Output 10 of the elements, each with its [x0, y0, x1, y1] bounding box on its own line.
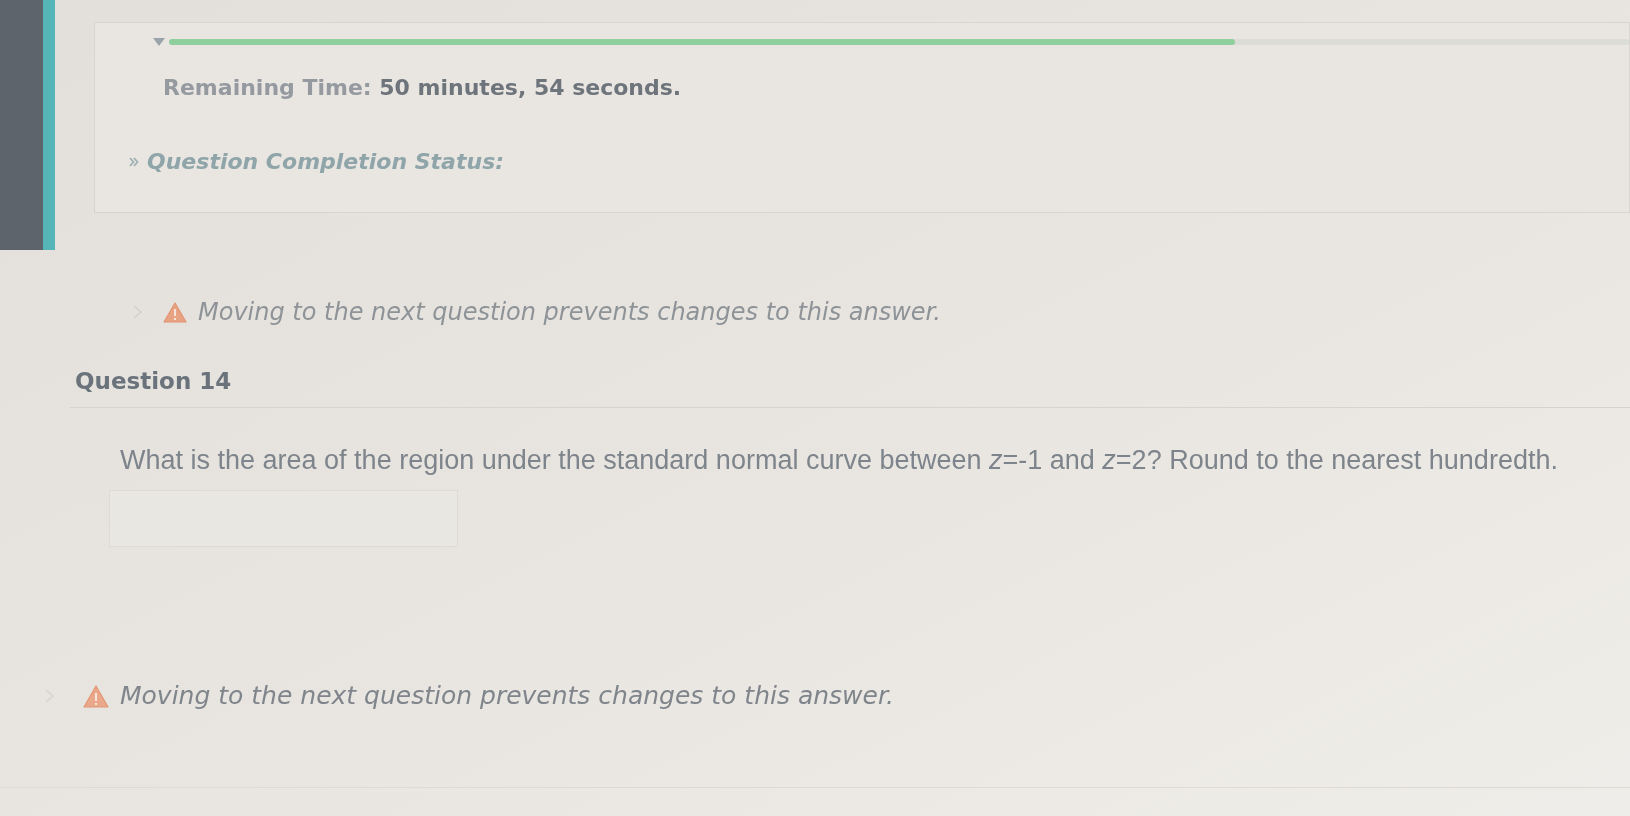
warning-text: Moving to the next question prevents changes to this answer.: [120, 681, 894, 711]
double-chevron-icon[interactable]: [129, 157, 139, 167]
caret-down-icon[interactable]: [153, 38, 165, 46]
warning-icon: [83, 684, 109, 708]
warning-text: Moving to the next question prevents changes to this answer.: [198, 298, 941, 326]
question-text: What is the area of the region under the standard normal curve between z=-1 and z=2? Round to the nearest hundredth.: [120, 444, 1558, 476]
warning-icon: [163, 301, 187, 323]
completion-status-label[interactable]: Question Completion Status:: [147, 148, 505, 176]
question-title: Question 14: [75, 368, 232, 394]
remaining-time-text: Remaining Time: 50 minutes, 54 seconds.: [163, 74, 682, 102]
